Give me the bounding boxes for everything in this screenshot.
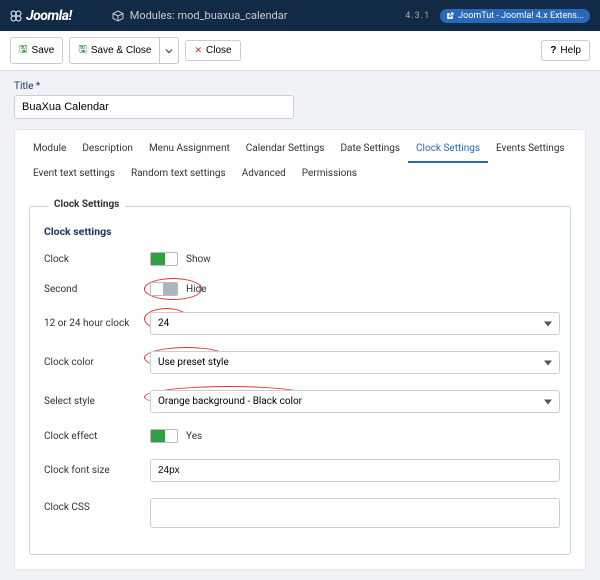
toggle-clock[interactable] bbox=[150, 252, 178, 266]
tab-permissions[interactable]: Permissions bbox=[294, 163, 365, 188]
row-font-size: Clock font size bbox=[40, 459, 560, 482]
help-button[interactable]: Help bbox=[541, 40, 590, 61]
label-clock: Clock bbox=[40, 254, 150, 265]
row-select-style: Select style Orange background - Black c… bbox=[40, 390, 560, 413]
save-dropdown-button[interactable] bbox=[160, 37, 179, 64]
tab-date-settings[interactable]: Date Settings bbox=[332, 138, 408, 163]
close-button[interactable]: Close bbox=[185, 40, 240, 61]
row-clock: Clock Show bbox=[40, 252, 560, 266]
help-button-label: Help bbox=[560, 45, 581, 56]
extension-badge[interactable]: JoomTut - Joomla! 4.x Extens... bbox=[440, 9, 590, 23]
label-clock-effect: Clock effect bbox=[40, 431, 150, 442]
action-toolbar: Save Save & Close Close Help bbox=[0, 31, 600, 71]
tab-random-text-settings[interactable]: Random text settings bbox=[123, 163, 234, 188]
save-close-label: Save & Close bbox=[91, 45, 152, 56]
select-hour-mode-value: 24 bbox=[158, 318, 169, 329]
textarea-clock-css[interactable] bbox=[150, 498, 560, 528]
row-hour-mode: 12 or 24 hour clock 24 bbox=[40, 312, 560, 335]
toggle-second[interactable] bbox=[150, 282, 178, 296]
tab-clock-settings[interactable]: Clock Settings bbox=[408, 138, 488, 163]
label-font-size: Clock font size bbox=[40, 465, 150, 476]
label-hour-mode: 12 or 24 hour clock bbox=[40, 318, 150, 329]
toggle-clock-effect-text: Yes bbox=[186, 431, 202, 442]
tab-module[interactable]: Module bbox=[25, 138, 74, 163]
save-button[interactable]: Save bbox=[10, 37, 63, 64]
section-heading: Clock settings bbox=[44, 225, 560, 238]
close-button-label: Close bbox=[206, 45, 232, 56]
tab-event-text-settings[interactable]: Event text settings bbox=[25, 163, 123, 188]
select-preset-style-value: Orange background - Black color bbox=[158, 396, 302, 407]
top-header: Joomla! Modules: mod_buaxua_calendar 4.3… bbox=[0, 0, 600, 31]
fieldset-legend: Clock Settings bbox=[48, 199, 125, 210]
chevron-down-icon bbox=[165, 47, 173, 55]
joomla-logo: Joomla! bbox=[10, 8, 72, 24]
content-area: Title * Module Description Menu Assignme… bbox=[0, 71, 600, 580]
module-label: Modules: mod_buaxua_calendar bbox=[130, 9, 288, 22]
toggle-second-text: Hide bbox=[186, 284, 207, 295]
cube-icon bbox=[112, 10, 124, 22]
row-second: Second Hide bbox=[40, 282, 560, 296]
label-clock-color: Clock color bbox=[40, 357, 150, 368]
label-select-style: Select style bbox=[40, 396, 150, 407]
tab-description[interactable]: Description bbox=[74, 138, 141, 163]
joomla-version: 4.3.1 bbox=[405, 11, 430, 21]
tab-calendar-settings[interactable]: Calendar Settings bbox=[238, 138, 333, 163]
input-font-size[interactable] bbox=[150, 459, 560, 482]
tab-advanced[interactable]: Advanced bbox=[234, 163, 294, 188]
select-clock-color-value: Use preset style bbox=[158, 357, 229, 368]
row-clock-css: Clock CSS bbox=[40, 498, 560, 528]
label-second: Second bbox=[40, 284, 150, 295]
module-panel: Module Description Menu Assignment Calen… bbox=[14, 129, 586, 570]
tab-events-settings[interactable]: Events Settings bbox=[488, 138, 573, 163]
save-close-button[interactable]: Save & Close bbox=[69, 37, 160, 64]
tab-bar: Module Description Menu Assignment Calen… bbox=[15, 130, 585, 188]
label-clock-css: Clock CSS bbox=[40, 498, 150, 513]
row-clock-color: Clock color Use preset style bbox=[40, 351, 560, 374]
external-link-icon bbox=[446, 12, 454, 20]
toggle-clock-effect[interactable] bbox=[150, 429, 178, 443]
tab-menu-assignment[interactable]: Menu Assignment bbox=[141, 138, 238, 163]
title-label: Title * bbox=[14, 81, 586, 92]
joomla-swirl-icon bbox=[10, 10, 22, 22]
title-input[interactable] bbox=[14, 95, 294, 119]
module-breadcrumb: Modules: mod_buaxua_calendar bbox=[112, 9, 288, 22]
save-button-label: Save bbox=[32, 45, 55, 56]
clock-settings-fieldset: Clock Settings Clock settings Clock Show… bbox=[29, 206, 571, 555]
row-clock-effect: Clock effect Yes bbox=[40, 429, 560, 443]
extension-badge-text: JoomTut - Joomla! 4.x Extens... bbox=[458, 11, 584, 21]
brand-text: Joomla! bbox=[26, 8, 72, 24]
select-preset-style[interactable]: Orange background - Black color bbox=[150, 390, 560, 413]
toggle-clock-text: Show bbox=[186, 254, 211, 265]
select-hour-mode[interactable]: 24 bbox=[150, 312, 560, 335]
select-clock-color[interactable]: Use preset style bbox=[150, 351, 560, 374]
